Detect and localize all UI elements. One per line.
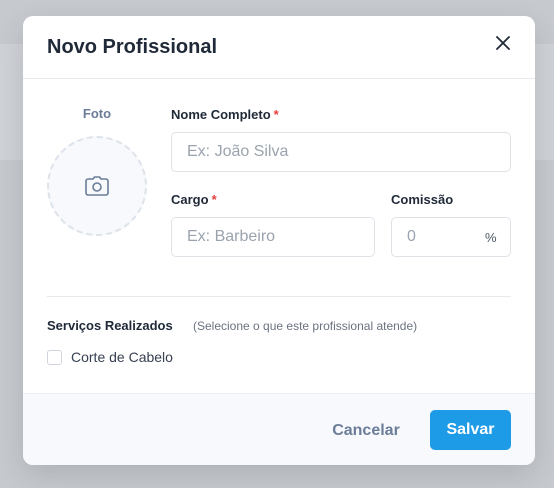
service-checkbox[interactable] [47,349,62,365]
commission-label: Comissão [391,192,454,207]
modal-footer: Cancelar Salvar [23,393,535,465]
new-professional-modal: Novo Profissional Foto Nome Completo* Ca… [23,16,535,465]
photo-upload: Foto [47,106,147,236]
role-label: Cargo * [171,192,217,207]
photo-label: Foto [82,106,112,121]
required-mark: * [211,192,217,207]
cancel-button[interactable]: Cancelar [321,411,411,451]
modal-header: Novo Profissional [23,16,535,79]
name-label-text: Nome Completo [171,107,271,122]
section-divider [47,296,511,297]
name-input[interactable] [171,132,511,172]
photo-upload-area[interactable] [47,136,147,236]
services-title: Serviços Realizados [47,318,173,333]
modal-title: Novo Profissional [47,35,218,58]
save-button[interactable]: Salvar [430,410,511,450]
service-option-corte-de-cabelo[interactable]: Corte de Cabelo [47,349,173,365]
role-label-text: Cargo [171,192,209,207]
close-button[interactable] [493,33,513,53]
services-hint: (Selecione o que este profissional atend… [193,319,418,333]
role-input[interactable] [171,217,375,257]
required-mark: * [273,107,279,122]
name-label: Nome Completo * [171,107,279,122]
service-label: Corte de Cabelo [71,349,173,365]
camera-icon [85,176,109,196]
close-icon [496,36,510,50]
percent-suffix: % [485,230,497,245]
